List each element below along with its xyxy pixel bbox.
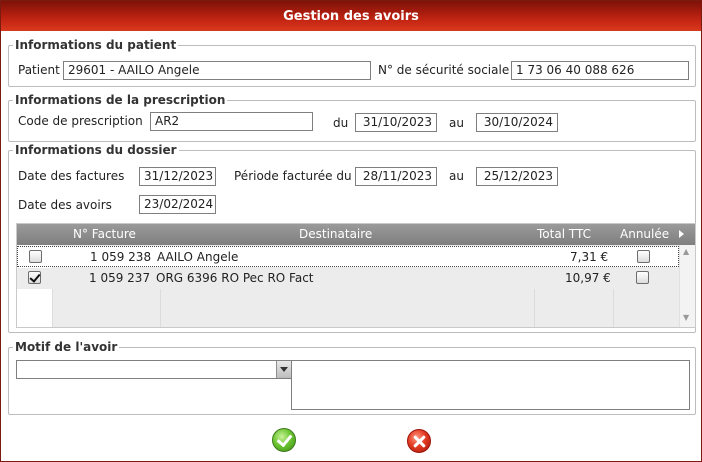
prescription-group: Informations de la prescription Code de … bbox=[8, 93, 696, 142]
patient-legend: Informations du patient bbox=[13, 38, 179, 52]
row-numero: 1 059 238 bbox=[90, 250, 152, 264]
col-total-header[interactable]: Total TTC bbox=[537, 227, 591, 241]
table-row[interactable]: 1 059 237 ORG 6396 RO Pec RO Fact 10,97 … bbox=[17, 268, 679, 289]
date-avoirs-field[interactable]: 23/02/2024 bbox=[139, 195, 216, 214]
motif-legend: Motif de l'avoir bbox=[13, 340, 120, 354]
dossier-group: Informations du dossier Date des facture… bbox=[8, 143, 696, 333]
date-factures-label: Date des factures bbox=[18, 169, 125, 183]
patient-field[interactable]: 29601 - AAILO Angele bbox=[63, 61, 371, 80]
row-annulee-checkbox[interactable] bbox=[636, 271, 649, 284]
scroll-down-icon[interactable]: ▼ bbox=[683, 313, 689, 322]
grid-header: N° Facture Destinataire Total TTC Annulé… bbox=[17, 224, 695, 245]
code-prescription-label: Code de prescription bbox=[18, 114, 143, 128]
dialog-title: Gestion des avoirs bbox=[1, 1, 701, 31]
periode-au-label: au bbox=[449, 169, 464, 183]
periode-au-field[interactable]: 25/12/2023 bbox=[476, 167, 558, 186]
date-avoirs-label: Date des avoirs bbox=[18, 198, 112, 212]
date-factures-field[interactable]: 31/12/2023 bbox=[139, 167, 216, 186]
periode-label: Période facturée du bbox=[234, 169, 352, 183]
prescription-au-field[interactable]: 30/10/2024 bbox=[476, 113, 558, 132]
motif-comment-textarea[interactable] bbox=[291, 360, 690, 410]
row-total: 10,97 € bbox=[565, 271, 611, 285]
prescription-legend: Informations de la prescription bbox=[13, 93, 228, 107]
table-row[interactable]: 1 059 238 AAILO Angele 7,31 € bbox=[17, 246, 679, 267]
dossier-legend: Informations du dossier bbox=[13, 143, 179, 157]
grid-scrollbar[interactable]: ▲ ▼ bbox=[679, 245, 695, 327]
secu-field[interactable]: 1 73 06 40 088 626 bbox=[511, 61, 689, 80]
secu-label: N° de sécurité sociale bbox=[378, 63, 510, 77]
row-annulee-checkbox[interactable] bbox=[637, 250, 650, 263]
prescription-du-field[interactable]: 31/10/2023 bbox=[355, 113, 437, 132]
row-destinataire: AAILO Angele bbox=[157, 250, 239, 264]
motif-select[interactable] bbox=[16, 360, 292, 379]
motif-group: Motif de l'avoir bbox=[8, 340, 696, 415]
triangle-right-icon[interactable] bbox=[679, 230, 684, 238]
scroll-up-icon[interactable]: ▲ bbox=[683, 247, 689, 256]
patient-label: Patient bbox=[18, 63, 60, 77]
green-check-icon[interactable] bbox=[272, 428, 296, 452]
red-x-icon[interactable] bbox=[407, 429, 431, 453]
col-annulee-header[interactable]: Annulée bbox=[620, 227, 669, 241]
col-destinataire-header[interactable]: Destinataire bbox=[299, 227, 372, 241]
row-total: 7,31 € bbox=[570, 250, 609, 264]
row-select-checkbox[interactable] bbox=[28, 271, 41, 284]
prescription-du-label: du bbox=[333, 116, 349, 130]
dialog-window: Gestion des avoirs Informations du patie… bbox=[0, 0, 702, 462]
row-numero: 1 059 237 bbox=[89, 271, 151, 285]
col-numero-header[interactable]: N° Facture bbox=[73, 227, 136, 241]
factures-grid: N° Facture Destinataire Total TTC Annulé… bbox=[16, 223, 696, 328]
row-destinataire: ORG 6396 RO Pec RO Fact bbox=[156, 271, 314, 285]
row-select-checkbox[interactable] bbox=[29, 250, 42, 263]
chevron-down-icon[interactable] bbox=[276, 361, 291, 378]
code-prescription-field[interactable]: AR2 bbox=[150, 112, 313, 131]
patient-group: Informations du patient Patient 29601 - … bbox=[8, 38, 696, 87]
prescription-au-label: au bbox=[449, 116, 464, 130]
periode-du-field[interactable]: 28/11/2023 bbox=[355, 167, 437, 186]
